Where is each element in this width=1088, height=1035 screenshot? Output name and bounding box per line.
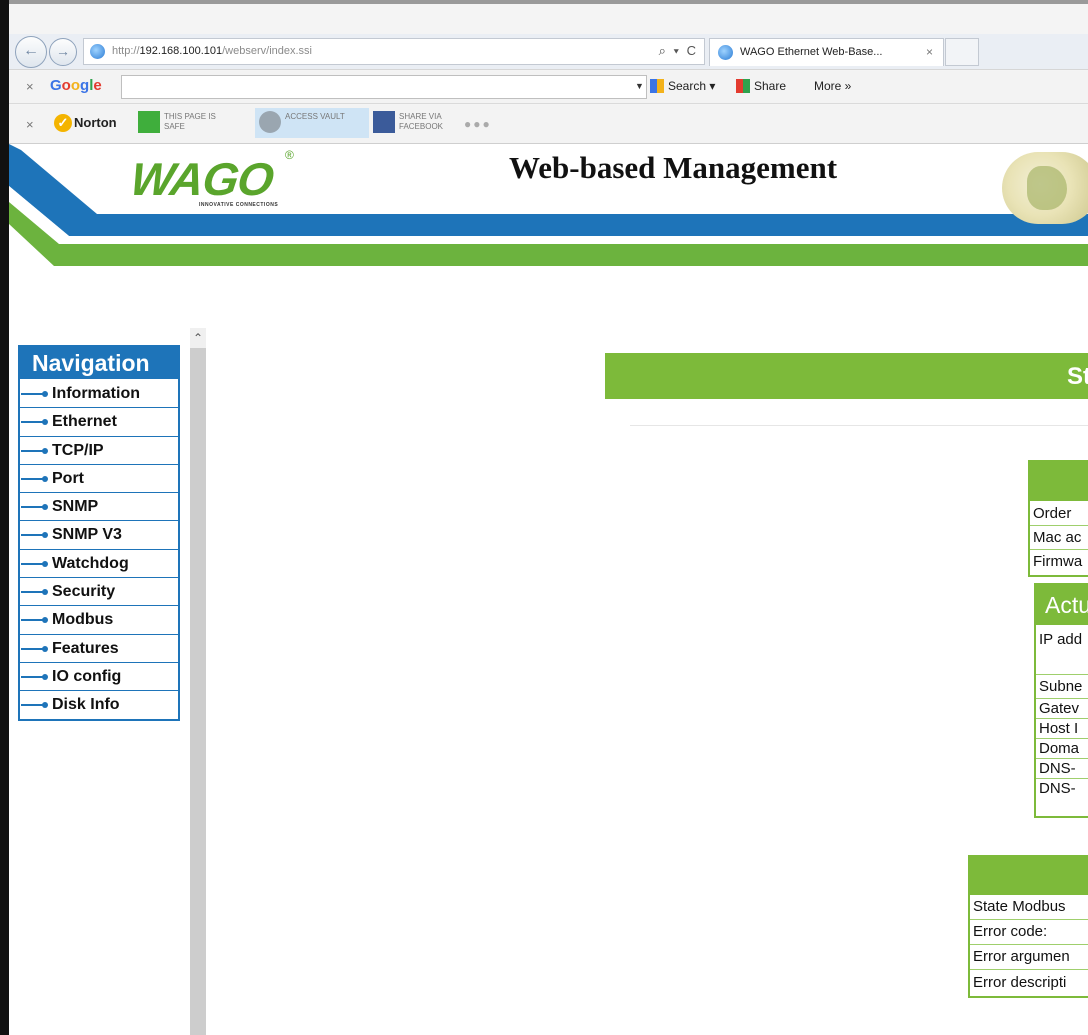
table-row: Error argumen — [970, 945, 1088, 970]
nav-item-ethernet[interactable]: Ethernet — [20, 408, 178, 437]
nav-item-snmp[interactable]: SNMP — [20, 493, 178, 522]
globe-continent-shape — [1027, 166, 1067, 210]
section-title: St — [1067, 363, 1088, 390]
table-row: DNS- — [1039, 780, 1076, 797]
nav-item-security[interactable]: Security — [20, 578, 178, 607]
close-toolbar-icon[interactable]: × — [26, 79, 34, 94]
nav-item-io-config[interactable]: IO config — [20, 663, 178, 692]
forward-button[interactable]: → — [49, 38, 77, 66]
section-title-bar: St — [605, 353, 1088, 399]
table-row: Firmwa — [1033, 553, 1083, 570]
browser-tab[interactable]: WAGO Ethernet Web-Base... × — [709, 38, 944, 66]
bullet-icon — [21, 391, 48, 397]
more-dots-icon[interactable]: ●●● — [464, 117, 492, 131]
norton-check-icon: ✓ — [54, 114, 72, 132]
actual-network-table: Actu IP add Subne Gatev Host I Doma DNS-… — [1034, 583, 1088, 818]
norton-toolbar: × ✓ Norton THIS PAGE IS SAFE ACCESS VAULT… — [9, 105, 1088, 144]
bullet-icon — [21, 645, 48, 652]
bullet-icon — [21, 560, 48, 567]
chevron-down-icon[interactable]: ▼ — [635, 81, 644, 91]
navigation-panel: Navigation Information Ethernet TCP/IP P… — [18, 345, 180, 721]
table-header: Actu — [1036, 585, 1088, 625]
bullet-icon — [21, 475, 48, 482]
bullet-icon — [21, 532, 48, 539]
table-row: Subne — [1036, 675, 1088, 699]
google-more-button[interactable]: More » — [814, 79, 851, 93]
new-tab-button[interactable] — [945, 38, 979, 66]
close-tab-icon[interactable]: × — [926, 45, 933, 59]
vault-icon — [259, 111, 281, 133]
norton-button[interactable]: ✓ Norton — [54, 114, 117, 132]
registered-mark: ® — [285, 148, 294, 162]
wago-logo: WAGO — [127, 153, 277, 205]
table-row: IP add — [1036, 625, 1088, 675]
back-button[interactable]: ← — [15, 36, 47, 68]
bullet-icon — [21, 504, 48, 511]
page-header: WAGO ® INNOVATIVE CONNECTIONS Web-based … — [9, 144, 1088, 274]
bullet-icon — [21, 589, 48, 596]
url-text: http://192.168.100.101/webserv/index.ssi — [112, 45, 312, 57]
google-search-input[interactable] — [121, 75, 647, 99]
wago-tagline: INNOVATIVE CONNECTIONS — [199, 202, 279, 208]
nav-item-port[interactable]: Port — [20, 465, 178, 494]
table-row: Host I — [1036, 719, 1088, 739]
google-search-button[interactable]: Search ▾ — [650, 79, 715, 93]
browser-chrome: ← → http://192.168.100.101/webserv/index… — [9, 4, 1088, 144]
nav-item-watchdog[interactable]: Watchdog — [20, 550, 178, 579]
ie-favicon-icon — [90, 44, 105, 59]
table-row: Error descripti — [973, 974, 1067, 991]
safe-check-icon — [138, 111, 160, 133]
device-info-table: Order Mac ac Firmwa — [1028, 460, 1088, 577]
tab-title: WAGO Ethernet Web-Base... — [740, 46, 883, 58]
page-title: Web-based Management — [509, 150, 838, 185]
navigation-list: Information Ethernet TCP/IP Port SNMP SN… — [20, 380, 178, 720]
bullet-icon — [21, 617, 48, 624]
scroll-up-arrow-icon[interactable]: ⌃ — [190, 328, 206, 348]
modbus-status-table: State Modbus Error code: Error argumen E… — [968, 855, 1088, 998]
table-row: Gatev — [1036, 699, 1088, 719]
table-header — [970, 857, 1088, 895]
norton-safe-indicator[interactable]: THIS PAGE IS SAFE — [138, 111, 218, 137]
window-border — [0, 0, 9, 1035]
google-logo: Google — [50, 77, 102, 94]
facebook-icon — [373, 111, 395, 133]
table-row: Mac ac — [1030, 526, 1088, 550]
nav-item-snmp-v3[interactable]: SNMP V3 — [20, 521, 178, 550]
address-bar[interactable]: http://192.168.100.101/webserv/index.ssi… — [83, 38, 705, 65]
divider — [630, 425, 1088, 426]
bullet-icon — [21, 702, 48, 709]
share-facebook-button[interactable]: SHARE VIA FACEBOOK — [373, 111, 469, 137]
access-vault-button[interactable]: ACCESS VAULT — [255, 108, 369, 138]
share-icon — [736, 79, 750, 93]
nav-item-modbus[interactable]: Modbus — [20, 606, 178, 635]
table-row: State Modbus — [970, 895, 1088, 920]
bullet-icon — [21, 447, 48, 454]
bullet-icon — [21, 419, 48, 426]
address-row: ← → http://192.168.100.101/webserv/index… — [9, 34, 1088, 70]
table-row: DNS- — [1036, 759, 1088, 779]
close-toolbar-icon[interactable]: × — [26, 117, 34, 132]
nav-item-tcpip[interactable]: TCP/IP — [20, 437, 178, 465]
table-row: Doma — [1036, 739, 1088, 759]
table-row: Error code: — [970, 920, 1088, 945]
search-refresh-icon[interactable]: ⌕ ▾ C — [659, 43, 698, 59]
navigation-title: Navigation — [20, 347, 178, 379]
google-share-button[interactable]: Share — [736, 79, 786, 93]
ie-favicon-icon — [718, 45, 733, 60]
table-header — [1030, 462, 1088, 501]
frame-scrollbar[interactable] — [190, 328, 206, 1035]
nav-item-information[interactable]: Information — [20, 380, 178, 409]
nav-item-features[interactable]: Features — [20, 635, 178, 663]
table-row: Order — [1030, 502, 1088, 526]
nav-item-disk-info[interactable]: Disk Info — [20, 691, 178, 719]
google-toolbar: × Google ▼ Search ▾ Share More » — [9, 71, 1088, 104]
search-icon — [650, 79, 664, 93]
bullet-icon — [21, 673, 48, 680]
